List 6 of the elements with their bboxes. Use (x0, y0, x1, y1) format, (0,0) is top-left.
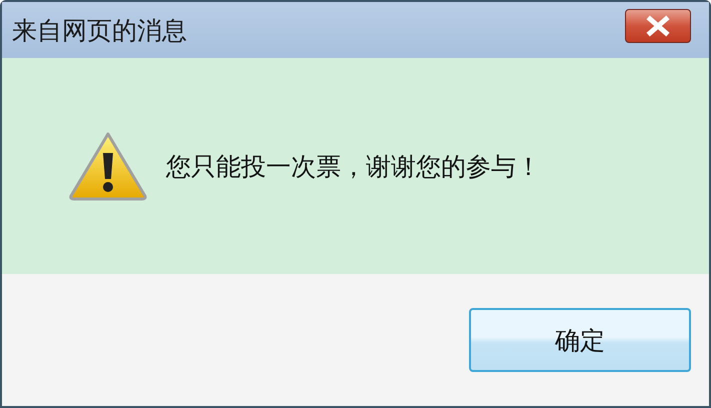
ok-button[interactable]: 确定 (469, 308, 691, 372)
warning-icon (68, 131, 148, 201)
close-icon (645, 15, 671, 37)
close-button[interactable] (625, 9, 691, 43)
window-title: 来自网页的消息 (12, 14, 187, 46)
message-text: 您只能投一次票，谢谢您的参与！ (166, 150, 541, 182)
